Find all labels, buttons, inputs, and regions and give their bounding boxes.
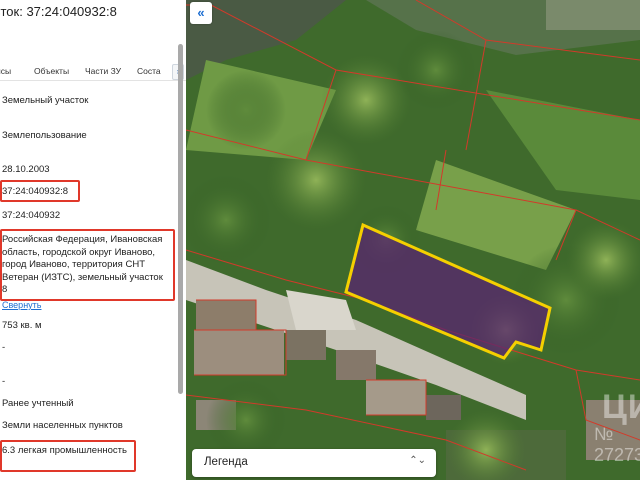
field-area: 753 кв. м [2,320,42,331]
field-status: Ранее учтенный [2,398,74,409]
legend-label: Легенда [204,456,248,468]
info-panel: сток: 37:24:040932:8 исы Объекты Части З… [0,0,186,480]
tab-composition[interactable]: Соста [137,66,161,76]
highlight-address [0,229,175,301]
panel-scrollbar[interactable] [178,44,183,394]
field-land-category: Земли населенных пунктов [2,420,123,431]
field-subtype: Землепользование [2,130,87,141]
field-empty-value: - [2,342,6,353]
field-object-type: Земельный участок [2,95,89,106]
tab-bar: исы Объекты Части ЗУ Соста › [0,62,186,81]
watermark-text: ЦИАН [602,388,640,426]
field-registration-date: 28.10.2003 [2,164,50,175]
field-cadastral-block: 37:24:040932 [2,210,61,221]
tab-parts[interactable]: Части ЗУ [85,66,121,76]
watermark-id: № 272737970 [594,424,640,465]
field-empty-value: - [2,376,6,387]
tab-attributes[interactable]: исы [0,66,11,76]
collapse-panel-button[interactable]: « [190,2,212,24]
highlight-cadastral-number [0,180,80,202]
legend-dropdown[interactable]: Легенда ⌃⌄ [192,449,436,477]
collapse-address-link[interactable]: Свернуть [2,300,41,310]
satellite-map[interactable]: ЦИАН № 272737970 [186,0,640,480]
tab-objects[interactable]: Объекты [34,66,69,76]
chevron-updown-icon: ⌃⌄ [409,455,426,466]
satellite-imagery [186,0,640,480]
panel-title: сток: 37:24:040932:8 [0,4,117,19]
highlight-permitted-use [0,440,136,472]
